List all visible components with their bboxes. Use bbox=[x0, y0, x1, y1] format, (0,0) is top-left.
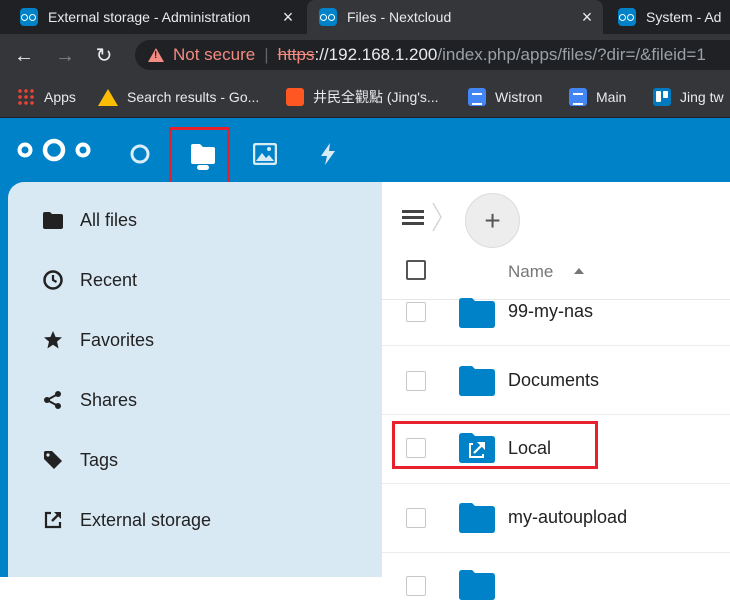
annotation-highlight-files-app bbox=[169, 127, 230, 190]
bookmark-label: Main bbox=[596, 89, 627, 105]
bookmark-label: 井民全觀點 (Jing's... bbox=[313, 89, 439, 105]
bookmark-label: Jing tw bbox=[680, 89, 724, 105]
bookmark-label: Wistron bbox=[495, 89, 543, 105]
file-name[interactable]: my-autoupload bbox=[508, 507, 627, 528]
external-link-icon bbox=[42, 509, 64, 531]
drive-icon bbox=[98, 88, 118, 106]
star-icon bbox=[42, 329, 64, 351]
browser-tab-strip: External storage - Administration × File… bbox=[0, 0, 730, 34]
bookmarks-bar: Apps Search results - Go... 井民全觀點 (Jing'… bbox=[0, 76, 730, 118]
warning-triangle-icon[interactable] bbox=[148, 47, 164, 63]
address-bar[interactable]: Not secure | https ://192.168.1.200 /ind… bbox=[135, 40, 730, 70]
sidebar-item-label: All files bbox=[80, 209, 138, 230]
bookmark-label: Search results - Go... bbox=[127, 89, 260, 105]
close-icon[interactable]: × bbox=[575, 7, 599, 28]
sidebar-item-favorites[interactable]: Favorites bbox=[16, 320, 382, 360]
url-host: ://192.168.1.200 bbox=[314, 45, 438, 64]
folder-icon bbox=[459, 570, 495, 600]
sidebar-item-label: Shares bbox=[80, 389, 138, 410]
docs-icon bbox=[468, 88, 486, 106]
file-name[interactable]: Documents bbox=[508, 370, 599, 391]
sidebar-item-shares[interactable]: Shares bbox=[16, 380, 382, 420]
row-checkbox[interactable] bbox=[406, 302, 426, 322]
docs-icon bbox=[569, 88, 587, 106]
back-arrow-icon[interactable]: ← bbox=[10, 42, 38, 70]
sidebar-item-label: External storage bbox=[80, 509, 212, 530]
new-file-button[interactable]: + bbox=[465, 193, 520, 248]
sidebar-panel: All files Recent Favorites Shares Tags E… bbox=[8, 182, 382, 577]
file-row[interactable]: my-autoupload bbox=[382, 484, 730, 553]
bookmark-jing-tw[interactable]: Jing tw bbox=[653, 85, 724, 109]
folder-icon bbox=[42, 209, 64, 231]
share-icon bbox=[42, 389, 64, 411]
folder-icon bbox=[459, 503, 495, 533]
file-row[interactable]: 99-my-nas bbox=[382, 298, 730, 346]
nextcloud-favicon-icon bbox=[618, 8, 636, 26]
clock-icon bbox=[42, 269, 64, 291]
file-name[interactable]: 99-my-nas bbox=[508, 301, 593, 322]
file-row[interactable]: Documents bbox=[382, 346, 730, 415]
file-list-header: Name bbox=[382, 252, 730, 300]
annotation-highlight-local-row bbox=[392, 421, 598, 469]
bookmark-label: Apps bbox=[44, 89, 76, 105]
tag-icon bbox=[42, 449, 64, 471]
sidebar-item-label: Recent bbox=[80, 269, 138, 290]
app-navigation: All files Recent Favorites Shares Tags E… bbox=[0, 182, 382, 577]
trello-icon bbox=[653, 88, 671, 106]
sidebar-item-all-files[interactable]: All files bbox=[16, 200, 382, 240]
apps-grid-icon bbox=[17, 88, 35, 106]
sort-ascending-icon[interactable] bbox=[574, 268, 584, 274]
file-row[interactable] bbox=[382, 553, 730, 600]
security-label[interactable]: Not secure bbox=[173, 45, 255, 65]
column-header-name[interactable]: Name bbox=[508, 262, 553, 282]
tab-title: System - Ad bbox=[646, 9, 722, 25]
sidebar-item-recent[interactable]: Recent bbox=[16, 260, 382, 300]
photos-icon[interactable] bbox=[243, 132, 287, 176]
row-checkbox[interactable] bbox=[406, 576, 426, 596]
blogger-icon bbox=[286, 88, 304, 106]
nextcloud-favicon-icon bbox=[319, 8, 337, 26]
tab-title: External storage - Administration bbox=[48, 9, 251, 25]
row-checkbox[interactable] bbox=[406, 508, 426, 528]
url-path: /index.php/apps/files/?dir=/&fileid=1 bbox=[437, 45, 706, 64]
folder-icon bbox=[459, 366, 495, 396]
sidebar-item-external-storage[interactable]: External storage bbox=[16, 500, 382, 540]
breadcrumb-home-icon[interactable] bbox=[400, 206, 426, 228]
sidebar-item-label: Favorites bbox=[80, 329, 155, 350]
bookmark-apps[interactable]: Apps bbox=[17, 85, 76, 109]
dashboard-icon[interactable] bbox=[118, 132, 162, 176]
nextcloud-header bbox=[0, 118, 730, 182]
omnibox-separator: | bbox=[264, 45, 269, 64]
bookmark-search-results[interactable]: Search results - Go... bbox=[98, 85, 259, 109]
row-checkbox[interactable] bbox=[406, 371, 426, 391]
folder-icon bbox=[459, 298, 495, 328]
tab-title: Files - Nextcloud bbox=[347, 9, 452, 25]
bookmark-jing-blog[interactable]: 井民全觀點 (Jing's... bbox=[286, 85, 439, 109]
nextcloud-favicon-icon bbox=[20, 8, 38, 26]
close-icon[interactable]: × bbox=[276, 7, 300, 28]
browser-toolbar: ← → ↻ Not secure | https ://192.168.1.20… bbox=[0, 34, 730, 76]
sidebar-item-tags[interactable]: Tags bbox=[16, 440, 382, 480]
tab-external-storage[interactable]: External storage - Administration × bbox=[8, 0, 304, 34]
sidebar-item-label: Tags bbox=[80, 449, 119, 470]
breadcrumb-chevron-icon bbox=[432, 202, 442, 232]
bookmark-main[interactable]: Main bbox=[569, 85, 626, 109]
url-scheme: https bbox=[277, 45, 315, 64]
activity-icon[interactable] bbox=[306, 132, 350, 176]
nextcloud-logo-icon[interactable] bbox=[16, 138, 92, 162]
forward-arrow-icon[interactable]: → bbox=[51, 42, 79, 70]
select-all-checkbox[interactable] bbox=[406, 260, 426, 280]
tab-files[interactable]: Files - Nextcloud × bbox=[307, 0, 603, 34]
tab-system[interactable]: System - Ad bbox=[606, 0, 730, 34]
reload-icon[interactable]: ↻ bbox=[90, 42, 118, 70]
bookmark-wistron[interactable]: Wistron bbox=[468, 85, 542, 109]
files-content: + Name 99-my-nas Documents Local my-auto… bbox=[382, 182, 730, 600]
